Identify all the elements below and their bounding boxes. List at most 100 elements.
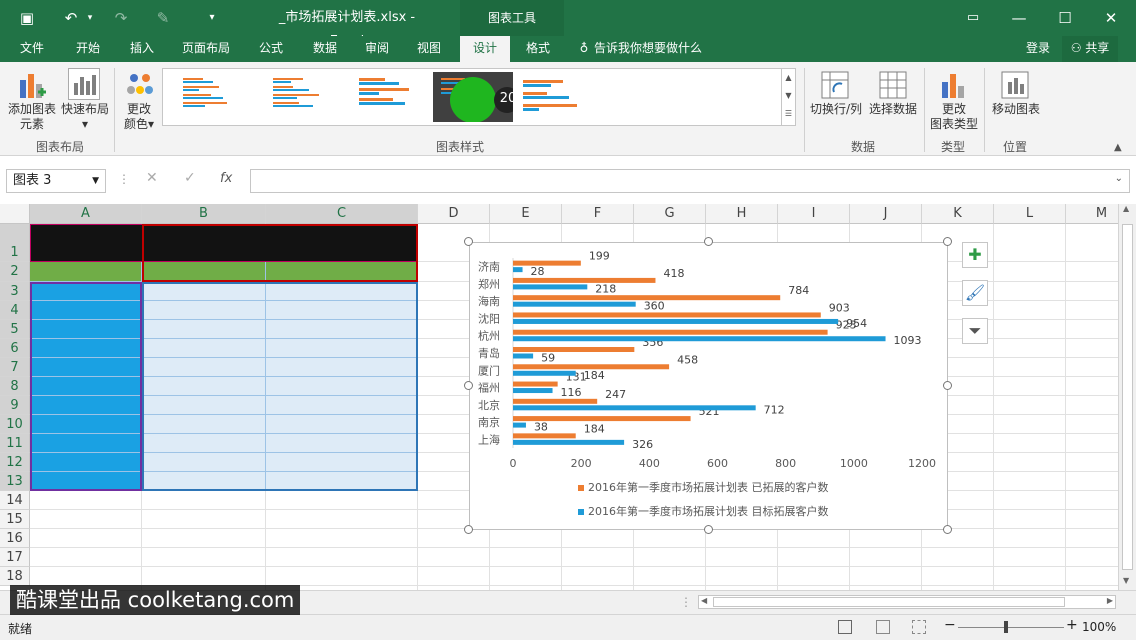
row-header-15[interactable]: 15 bbox=[0, 510, 30, 529]
select-all-corner[interactable] bbox=[0, 204, 30, 224]
zoom-slider-thumb[interactable] bbox=[1004, 621, 1008, 633]
page-break-view-icon[interactable] bbox=[912, 620, 926, 634]
table-cell[interactable] bbox=[142, 282, 266, 301]
table-cell[interactable] bbox=[266, 282, 418, 301]
row-header-8[interactable]: 8 bbox=[0, 377, 30, 396]
row-header-1[interactable]: 1 bbox=[0, 224, 30, 262]
tab-design[interactable]: 设计 bbox=[460, 36, 510, 62]
table-cell[interactable] bbox=[30, 377, 142, 396]
column-header-i[interactable]: I bbox=[778, 204, 850, 224]
minimize-icon[interactable]: — bbox=[1006, 6, 1032, 30]
customize-toolbar-icon[interactable]: ▾ bbox=[204, 6, 220, 30]
row-header-7[interactable]: 7 bbox=[0, 358, 30, 377]
chart-resize-handle[interactable] bbox=[464, 237, 473, 246]
page-layout-view-icon[interactable] bbox=[876, 620, 890, 634]
row-header-6[interactable]: 6 bbox=[0, 339, 30, 358]
select-data-icon[interactable] bbox=[878, 70, 908, 100]
formula-input[interactable]: ⌄ bbox=[250, 169, 1130, 193]
undo-dropdown-icon[interactable]: ▾ bbox=[84, 6, 96, 30]
table-cell[interactable] bbox=[142, 358, 266, 377]
move-chart-button[interactable]: 移动图表 bbox=[988, 102, 1044, 117]
table-cell[interactable] bbox=[142, 415, 266, 434]
table-cell[interactable] bbox=[266, 320, 418, 339]
vertical-scroll-thumb[interactable] bbox=[1122, 224, 1133, 570]
add-chart-element-button[interactable]: 添加图表 元素 bbox=[4, 102, 60, 132]
table-cell[interactable] bbox=[142, 339, 266, 358]
scroll-up-icon[interactable]: ▲ bbox=[1123, 204, 1129, 213]
share-button[interactable]: ⚇ 共享 bbox=[1062, 36, 1118, 62]
row-header-10[interactable]: 10 bbox=[0, 415, 30, 434]
row-header-12[interactable]: 12 bbox=[0, 453, 30, 472]
row-header-5[interactable]: 5 bbox=[0, 320, 30, 339]
column-header-f[interactable]: F bbox=[562, 204, 634, 224]
tab-data[interactable]: 数据 bbox=[302, 36, 348, 62]
table-cell[interactable] bbox=[30, 339, 142, 358]
column-header-c[interactable]: C bbox=[266, 204, 418, 224]
table-cell[interactable] bbox=[142, 320, 266, 339]
chart-styles-brush-icon[interactable]: 🖌 bbox=[962, 280, 988, 306]
close-icon[interactable]: ✕ bbox=[1098, 6, 1124, 30]
chart-resize-handle[interactable] bbox=[703, 237, 713, 246]
zoom-out-icon[interactable]: − bbox=[944, 617, 956, 633]
maximize-icon[interactable]: ☐ bbox=[1052, 6, 1078, 30]
table-cell[interactable] bbox=[266, 434, 418, 453]
tab-view[interactable]: 视图 bbox=[406, 36, 452, 62]
chart-style-thumb-6[interactable] bbox=[519, 72, 605, 122]
switch-row-column-button[interactable]: 切换行/列 bbox=[806, 102, 866, 117]
chart-resize-handle[interactable] bbox=[943, 237, 952, 246]
expand-formula-icon[interactable]: ⌄ bbox=[1115, 173, 1123, 184]
column-header-a[interactable]: A bbox=[30, 204, 142, 224]
chart-resize-handle[interactable] bbox=[943, 525, 952, 534]
bar-chart[interactable]: 上海 184 326 南京 521 38 北京 247 712 福州 131 116 厦门 458 184 青… bbox=[469, 242, 948, 530]
chart-filters-icon[interactable]: ⏷ bbox=[962, 318, 988, 344]
table-cell[interactable] bbox=[266, 301, 418, 320]
chart-resize-handle[interactable] bbox=[943, 381, 952, 390]
row-header-4[interactable]: 4 bbox=[0, 301, 30, 320]
save-icon[interactable]: ▣ bbox=[14, 6, 40, 30]
table-title[interactable] bbox=[30, 224, 418, 262]
select-data-button[interactable]: 选择数据 bbox=[866, 102, 920, 117]
table-cell[interactable] bbox=[30, 301, 142, 320]
row-header-17[interactable]: 17 bbox=[0, 548, 30, 567]
table-cell[interactable] bbox=[142, 396, 266, 415]
table-header-3[interactable] bbox=[266, 262, 418, 282]
gallery-scroll[interactable]: ▲ ▼ ☰ bbox=[781, 69, 795, 125]
move-chart-icon[interactable] bbox=[1000, 70, 1030, 100]
enter-formula-icon[interactable]: ✓ bbox=[184, 170, 204, 186]
tab-file[interactable]: 文件 bbox=[10, 36, 54, 62]
collapse-ribbon-icon[interactable]: ▲ bbox=[1114, 142, 1128, 153]
normal-view-icon[interactable] bbox=[838, 620, 852, 634]
tab-insert[interactable]: 插入 bbox=[118, 36, 166, 62]
zoom-in-icon[interactable]: + bbox=[1066, 617, 1078, 633]
chart-elements-plus-icon[interactable]: ✚ bbox=[962, 242, 988, 268]
switch-row-column-icon[interactable] bbox=[820, 70, 850, 100]
column-header-b[interactable]: B bbox=[142, 204, 266, 224]
row-header-18[interactable]: 18 bbox=[0, 567, 30, 586]
table-cell[interactable] bbox=[30, 396, 142, 415]
chart-resize-handle[interactable] bbox=[464, 381, 473, 390]
vertical-scrollbar[interactable]: ▲ ▼ bbox=[1118, 204, 1136, 590]
table-cell[interactable] bbox=[30, 415, 142, 434]
change-chart-type-icon[interactable] bbox=[938, 70, 968, 100]
table-cell[interactable] bbox=[266, 339, 418, 358]
sign-in-link[interactable]: 登录 bbox=[1018, 36, 1058, 62]
table-cell[interactable] bbox=[30, 282, 142, 301]
name-box[interactable]: 图表 3 ▼ bbox=[6, 169, 106, 193]
table-cell[interactable] bbox=[142, 472, 266, 491]
name-box-dropdown-icon[interactable]: ▼ bbox=[92, 170, 99, 192]
table-cell[interactable] bbox=[266, 453, 418, 472]
insert-function-icon[interactable]: fx bbox=[220, 171, 240, 186]
table-header-1[interactable] bbox=[30, 262, 142, 282]
chart-style-thumb-2[interactable] bbox=[259, 72, 345, 122]
zoom-level[interactable]: 100% bbox=[1082, 620, 1116, 634]
table-cell[interactable] bbox=[142, 434, 266, 453]
table-cell[interactable] bbox=[266, 377, 418, 396]
table-cell[interactable] bbox=[142, 377, 266, 396]
column-header-k[interactable]: K bbox=[922, 204, 994, 224]
change-chart-type-button[interactable]: 更改 图表类型 bbox=[926, 102, 982, 132]
row-header-11[interactable]: 11 bbox=[0, 434, 30, 453]
redo-icon[interactable]: ↷ bbox=[108, 6, 134, 30]
chart-resize-handle[interactable] bbox=[703, 525, 713, 534]
chart-styles-gallery[interactable]: 20 ▲ ▼ ☰ bbox=[162, 68, 796, 126]
quick-layout-icon[interactable] bbox=[68, 68, 100, 100]
